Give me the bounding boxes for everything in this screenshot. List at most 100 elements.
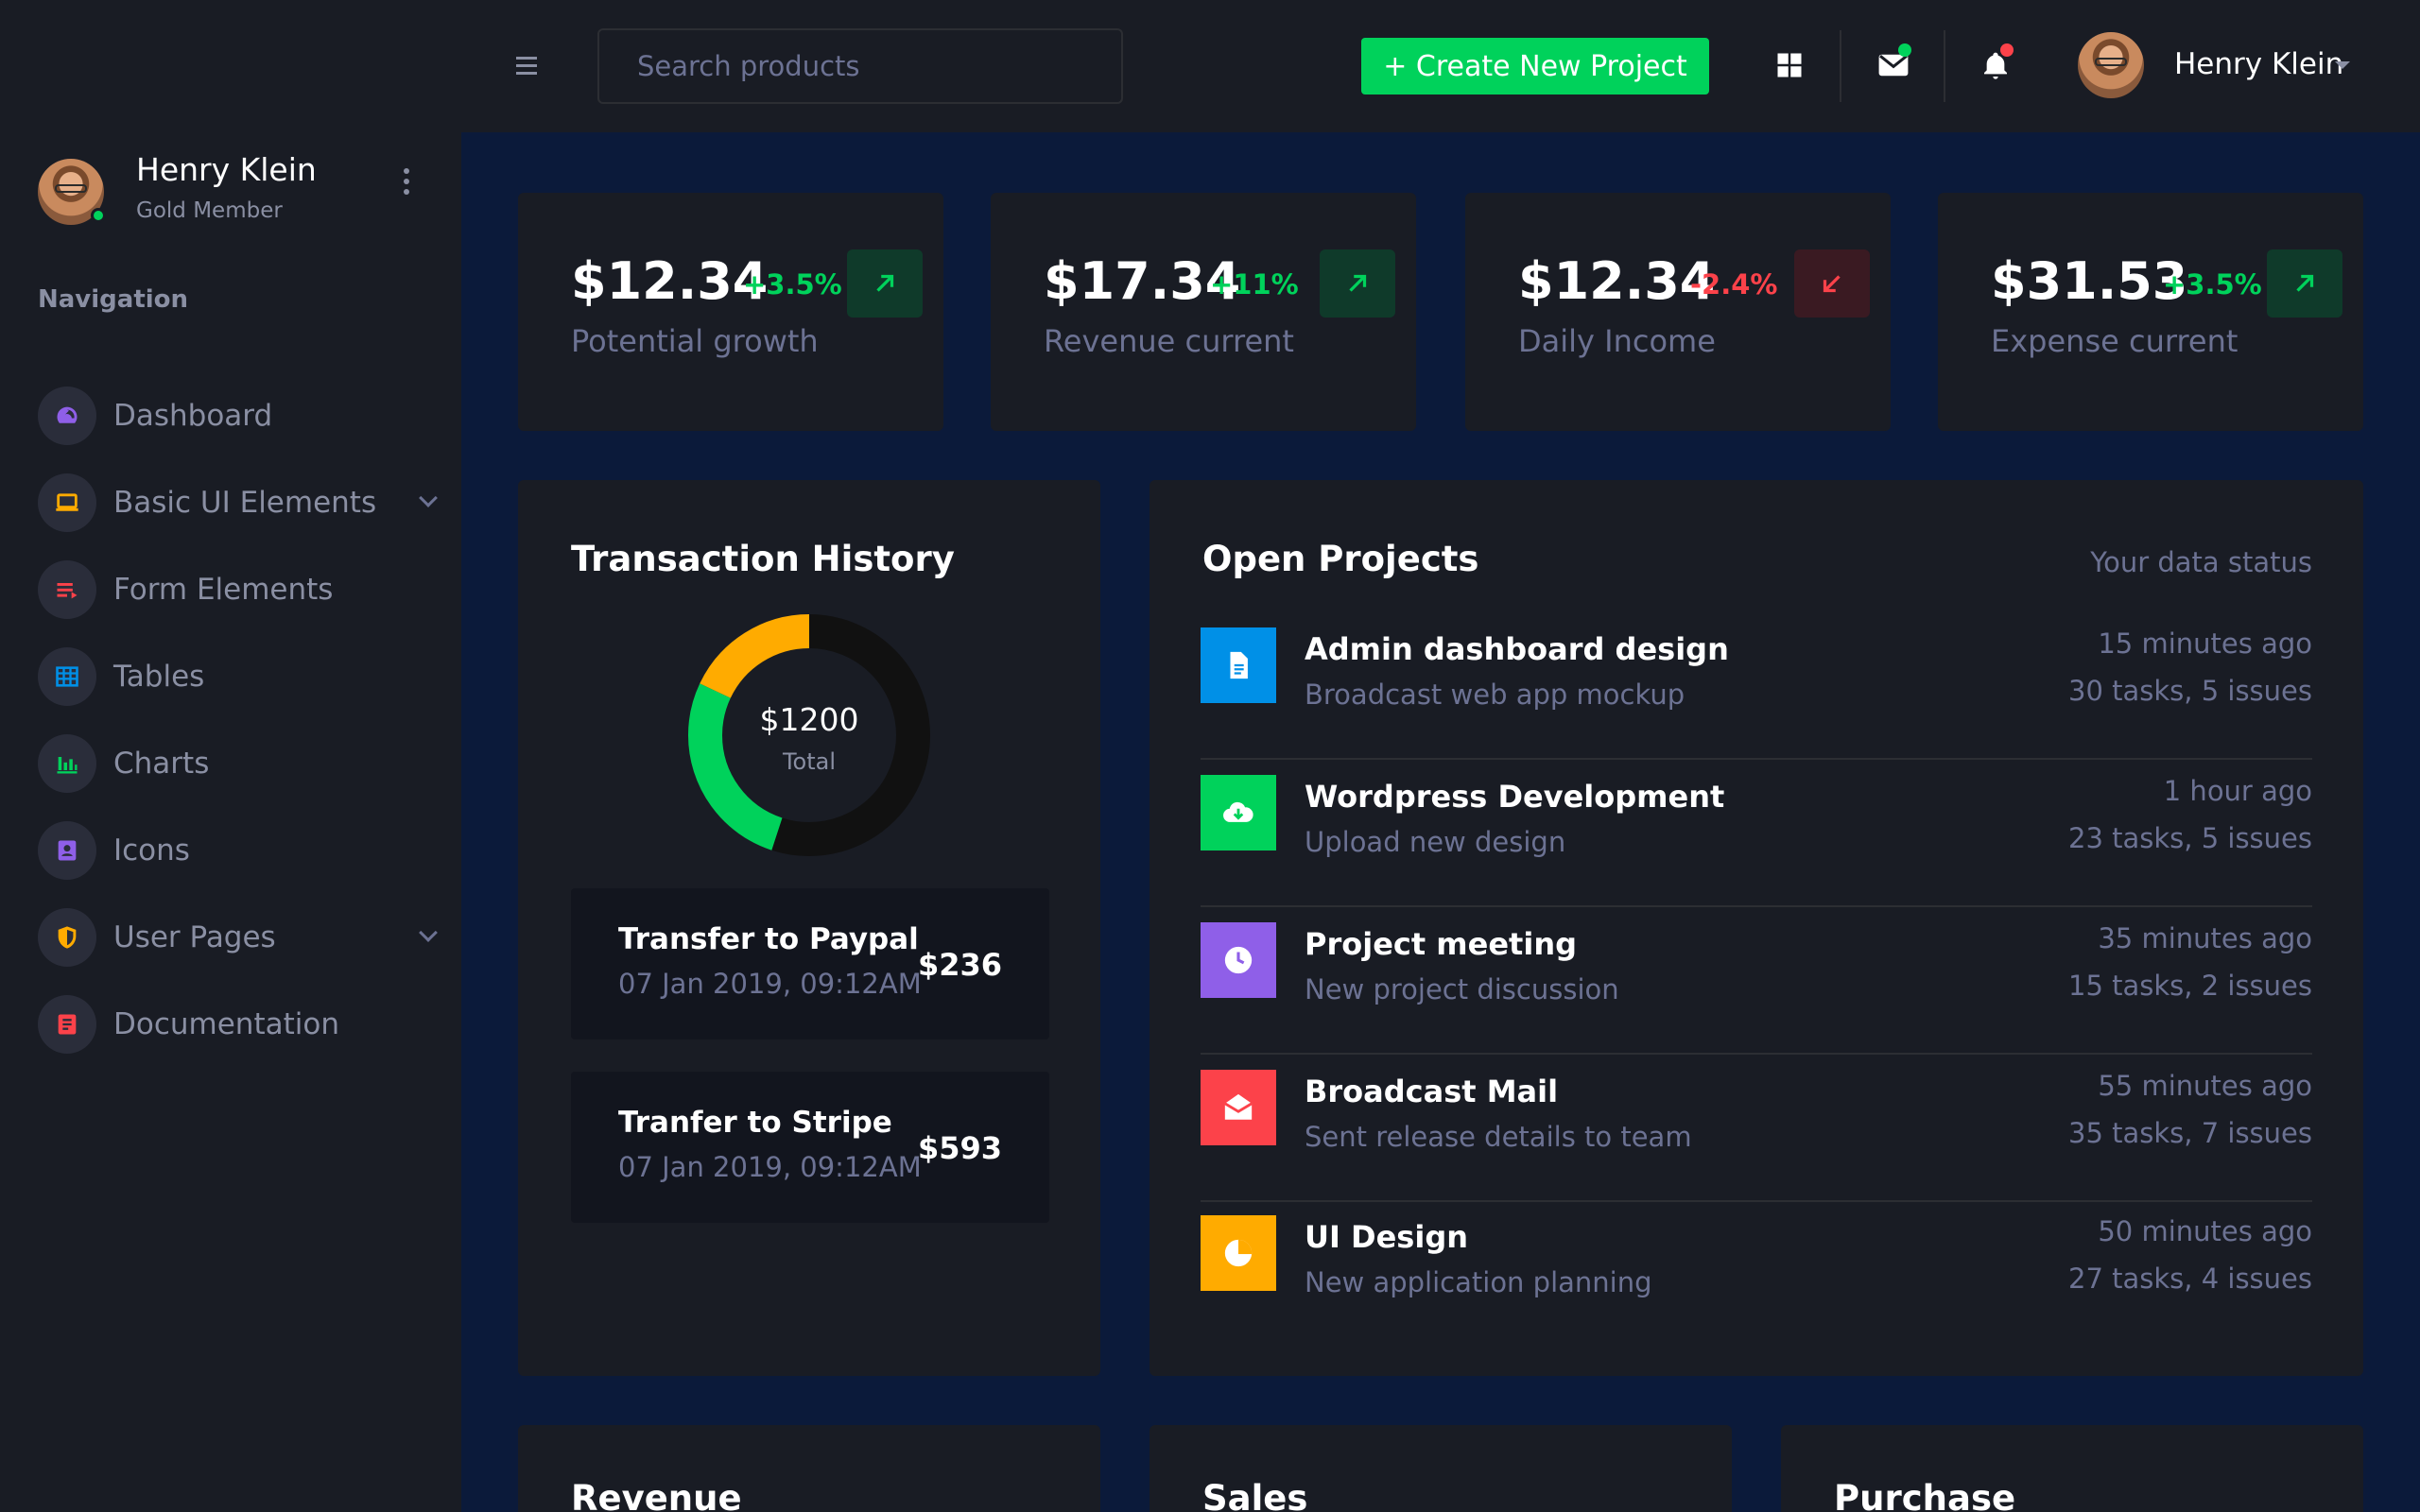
project-title: Wordpress Development [1305, 779, 1725, 815]
transaction-donut-chart: $1200 Total [684, 610, 934, 860]
project-item[interactable]: Project meeting New project discussion 3… [1201, 907, 2312, 1055]
panel-title: Open Projects [1202, 539, 1479, 579]
table-icon [38, 647, 96, 706]
sidebar-item-label: Icons [113, 833, 190, 868]
transaction-item[interactable]: Tranfer to Stripe 07 Jan 2019, 09:12AM $… [571, 1072, 1049, 1223]
profile-name: Henry Klein [136, 151, 317, 188]
more-vertical-icon[interactable] [397, 168, 416, 206]
shield-icon [38, 908, 96, 967]
speedometer-icon [38, 387, 96, 445]
mail-icon[interactable] [1870, 42, 1917, 89]
panel-title: Sales [1202, 1478, 1308, 1512]
transaction-date: 07 Jan 2019, 09:12AM [618, 1151, 922, 1183]
sidebar-item-icons[interactable]: Icons [38, 807, 435, 894]
project-title: Broadcast Mail [1305, 1074, 1559, 1109]
avatar[interactable] [2078, 32, 2144, 98]
sidebar-item-dashboard[interactable]: Dashboard [38, 372, 435, 459]
project-item[interactable]: Wordpress Development Upload new design … [1201, 760, 2312, 907]
sidebar-item-charts[interactable]: Charts [38, 720, 435, 807]
sidebar-item-tables[interactable]: Tables [38, 633, 435, 720]
project-title: Project meeting [1305, 926, 1577, 962]
online-status-dot [91, 208, 106, 223]
bell-icon[interactable] [1972, 42, 2019, 89]
chevron-down-icon[interactable] [419, 923, 438, 942]
project-title: UI Design [1305, 1219, 1468, 1255]
revenue-panel: Revenue [518, 1425, 1100, 1512]
sidebar-nav: Dashboard Basic UI Elements Form Element… [38, 372, 438, 1068]
project-item[interactable]: Admin dashboard design Broadcast web app… [1201, 612, 2312, 760]
transaction-date: 07 Jan 2019, 09:12AM [618, 968, 922, 1000]
purchase-panel: Purchase [1781, 1425, 2363, 1512]
playlist-icon [38, 560, 96, 619]
transaction-title: Tranfer to Stripe [618, 1106, 892, 1140]
project-time: 35 minutes ago [2098, 922, 2312, 954]
panel-title: Transaction History [571, 539, 955, 579]
contacts-icon [38, 821, 96, 880]
transaction-amount: $593 [917, 1130, 1002, 1166]
divider [1944, 30, 1945, 102]
stat-card-daily-income: $12.34 -2.4% Daily Income [1465, 193, 1891, 431]
sidebar-item-label: Charts [113, 747, 210, 781]
project-time: 50 minutes ago [2098, 1215, 2312, 1247]
clock-icon [1201, 922, 1276, 998]
transaction-title: Transfer to Paypal [618, 922, 919, 956]
create-project-button[interactable]: + Create New Project [1361, 38, 1709, 94]
avatar[interactable] [38, 159, 106, 225]
grid-icon[interactable] [1766, 42, 1813, 89]
transaction-history-panel: Transaction History $1200 Total Transfer… [518, 480, 1100, 1376]
stat-change: -2.4% [1690, 268, 1778, 301]
profile-role: Gold Member [136, 198, 283, 223]
file-icon [1201, 627, 1276, 703]
project-subtitle: Upload new design [1305, 826, 1566, 858]
stat-change: +3.5% [2163, 268, 2262, 301]
arrow-up-right-icon [2267, 249, 2342, 318]
sales-panel: Sales [1150, 1425, 1732, 1512]
laptop-icon [38, 473, 96, 532]
sidebar-item-label: Basic UI Elements [113, 486, 377, 520]
project-tasks: 23 tasks, 5 issues [2068, 822, 2312, 854]
sidebar-item-form-elements[interactable]: Form Elements [38, 546, 435, 633]
nav-heading: Navigation [38, 285, 189, 314]
stat-label: Daily Income [1518, 323, 1716, 359]
stat-change: +11% [1210, 268, 1299, 301]
project-tasks: 35 tasks, 7 issues [2068, 1117, 2312, 1149]
sidebar-profile[interactable]: Henry Klein Gold Member [38, 149, 435, 225]
notification-badge [2000, 43, 2014, 57]
project-item[interactable]: UI Design New application planning 50 mi… [1201, 1200, 2312, 1348]
project-time: 55 minutes ago [2098, 1070, 2312, 1102]
stat-card-expense-current: $31.53 +3.5% Expense current [1938, 193, 2363, 431]
sidebar-item-label: Documentation [113, 1007, 339, 1041]
transaction-item[interactable]: Transfer to Paypal 07 Jan 2019, 09:12AM … [571, 888, 1049, 1040]
project-time: 15 minutes ago [2098, 627, 2312, 660]
stat-card-potential-growth: $12.34 +3.5% Potential growth [518, 193, 943, 431]
arrow-down-left-icon [1794, 249, 1870, 318]
search-input[interactable] [597, 28, 1123, 104]
menu-icon[interactable] [516, 57, 537, 79]
data-status-link[interactable]: Your data status [2090, 546, 2312, 578]
project-time: 1 hour ago [2163, 775, 2312, 807]
sidebar-item-user-pages[interactable]: User Pages [38, 894, 438, 981]
sidebar: Henry Klein Gold Member Navigation Dashb… [0, 0, 461, 1512]
topbar-user-name[interactable]: Henry Klein [2174, 47, 2343, 81]
stat-change: +3.5% [743, 268, 842, 301]
donut-total-label: Total [782, 748, 837, 775]
bar-chart-icon [38, 734, 96, 793]
chevron-down-icon[interactable] [419, 489, 438, 507]
mail-badge [1898, 43, 1911, 57]
sidebar-item-basic-ui-elements[interactable]: Basic UI Elements [38, 459, 438, 546]
project-subtitle: Broadcast web app mockup [1305, 679, 1685, 711]
stat-value: $12.34 [1518, 251, 1716, 311]
stat-card-revenue-current: $17.34 +11% Revenue current [991, 193, 1416, 431]
email-open-icon [1201, 1070, 1276, 1145]
panel-title: Revenue [571, 1478, 742, 1512]
cloud-download-icon [1201, 775, 1276, 850]
project-tasks: 15 tasks, 2 issues [2068, 970, 2312, 1002]
sidebar-item-documentation[interactable]: Documentation [38, 981, 435, 1068]
sidebar-item-label: User Pages [113, 920, 276, 954]
project-item[interactable]: Broadcast Mail Sent release details to t… [1201, 1055, 2312, 1202]
stat-label: Expense current [1991, 323, 2238, 359]
stat-value: $12.34 [571, 251, 769, 311]
project-subtitle: Sent release details to team [1305, 1121, 1692, 1153]
sidebar-item-label: Tables [113, 660, 205, 694]
caret-down-icon[interactable] [2335, 61, 2350, 69]
